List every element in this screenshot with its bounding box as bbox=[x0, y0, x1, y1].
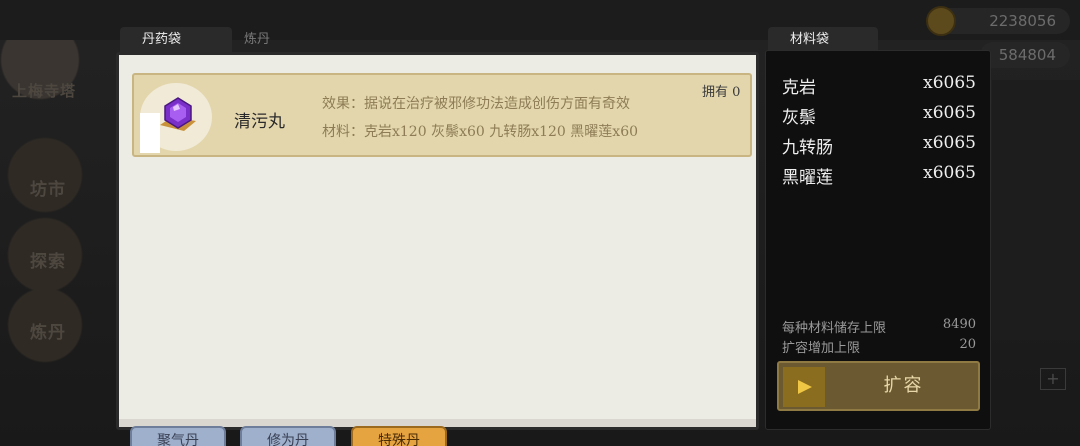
material-row: 克岩 x6065 bbox=[782, 73, 976, 99]
material-name: 灰鬃 bbox=[782, 108, 816, 128]
material-qty: x6065 bbox=[923, 103, 976, 123]
pill-bag-panel: 清污丸 效果：据说在治疗被邪修功法造成创伤方面有奇效 材料：克岩x120 灰鬃x… bbox=[116, 52, 759, 430]
tab-refine[interactable]: 炼丹 bbox=[222, 27, 322, 53]
tab-cultivation-pill[interactable]: 修为丹 bbox=[240, 426, 336, 446]
currency-value-2: 584804 bbox=[998, 46, 1056, 64]
material-bag-panel: 克岩 x6065 灰鬃 x6065 九转肠 x6065 黑曜莲 x6065 每种… bbox=[765, 50, 991, 430]
tab-pill-bag[interactable]: 丹药袋 bbox=[120, 27, 232, 53]
item-effect: 效果：据说在治疗被邪修功法造成创伤方面有奇效 bbox=[322, 96, 630, 112]
storage-limit-label: 每种材料储存上限 bbox=[782, 321, 887, 336]
expand-limit-row: 扩容增加上限 20 bbox=[782, 337, 976, 356]
pill-item-row[interactable]: 清污丸 效果：据说在治疗被邪修功法造成创伤方面有奇效 材料：克岩x120 灰鬃x… bbox=[132, 73, 752, 157]
material-qty: x6065 bbox=[923, 133, 976, 153]
background-card bbox=[992, 80, 1080, 340]
expand-button[interactable]: 扩容 bbox=[777, 361, 980, 411]
material-qty: x6065 bbox=[923, 163, 976, 183]
expand-button-label: 扩容 bbox=[883, 375, 924, 396]
currency-display-2: 584804 bbox=[980, 42, 1070, 68]
storage-limit-value: 8490 bbox=[942, 317, 976, 332]
item-materials: 材料：克岩x120 灰鬃x60 九转肠x120 黑曜莲x60 bbox=[322, 124, 639, 140]
tab-special-pill[interactable]: 特殊丹 bbox=[351, 426, 447, 446]
item-owned-count: 拥有 0 bbox=[702, 85, 741, 100]
bg-label-explore: 探索 bbox=[30, 252, 66, 272]
bg-label-market: 坊市 bbox=[30, 180, 66, 200]
expand-limit-label: 扩容增加上限 bbox=[782, 341, 861, 356]
material-name: 克岩 bbox=[782, 78, 816, 98]
currency-value-1: 2238056 bbox=[989, 12, 1056, 30]
material-name: 九转肠 bbox=[782, 138, 833, 158]
expand-limit-value: 20 bbox=[959, 337, 976, 352]
item-icon-frame bbox=[140, 83, 212, 153]
material-row: 九转肠 x6065 bbox=[782, 133, 976, 159]
bg-label-tower: 上梅寺塔 bbox=[12, 82, 77, 100]
play-arrow-icon bbox=[783, 367, 825, 407]
tab-qi-pill[interactable]: 聚气丹 bbox=[130, 426, 226, 446]
currency-display-1: 2238056 bbox=[926, 6, 1070, 36]
material-row: 灰鬃 x6065 bbox=[782, 103, 976, 129]
bg-label-alchemy: 炼丹 bbox=[30, 323, 66, 343]
coin-icon bbox=[926, 6, 956, 36]
item-name: 清污丸 bbox=[234, 112, 285, 132]
purple-gem-icon bbox=[160, 97, 196, 131]
material-row: 黑曜莲 x6065 bbox=[782, 163, 976, 189]
storage-limit-row: 每种材料储存上限 8490 bbox=[782, 317, 976, 336]
material-name: 黑曜莲 bbox=[782, 168, 833, 188]
plus-icon: + bbox=[1040, 368, 1066, 390]
material-qty: x6065 bbox=[923, 73, 976, 93]
icon-overlay-box bbox=[140, 113, 160, 153]
